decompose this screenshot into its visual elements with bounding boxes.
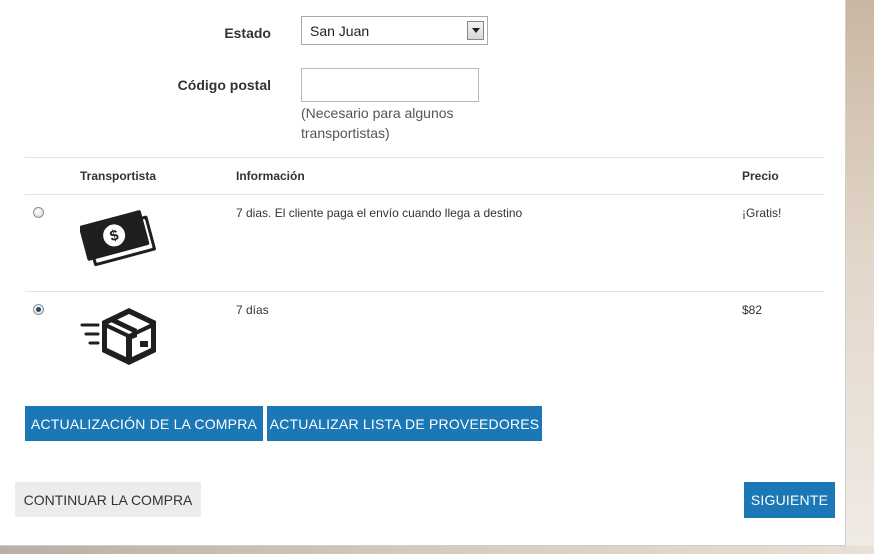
column-header-info: Información <box>236 169 305 183</box>
carrier-radio-standard[interactable] <box>33 304 44 315</box>
row-divider <box>25 291 824 292</box>
zip-label: Código postal <box>177 77 271 93</box>
next-button[interactable]: SIGUIENTE <box>744 482 835 518</box>
carrier-price: ¡Gratis! <box>742 206 782 220</box>
state-select-value: San Juan <box>310 23 370 39</box>
update-purchase-button[interactable]: ACTUALIZACIÓN DE LA COMPRA <box>25 406 263 441</box>
update-providers-button[interactable]: ACTUALIZAR LISTA DE PROVEEDORES <box>267 406 542 441</box>
column-header-price: Precio <box>742 169 779 183</box>
zip-input[interactable] <box>301 68 479 102</box>
checkout-shipping-panel: Estado San Juan Código postal (Necesario… <box>0 0 846 546</box>
carrier-radio-free[interactable] <box>33 207 44 218</box>
chevron-down-icon[interactable] <box>467 21 484 40</box>
background-right <box>846 0 874 554</box>
column-header-carrier: Transportista <box>80 169 157 183</box>
cash-bills-icon: $ <box>80 210 156 267</box>
zip-hint: (Necesario para algunos transportistas) <box>301 105 454 141</box>
carrier-info: 7 dias. El cliente paga el envío cuando … <box>236 206 523 220</box>
background-bottom <box>0 546 874 554</box>
state-select[interactable]: San Juan <box>301 16 488 45</box>
table-top-divider <box>25 157 824 158</box>
state-label: Estado <box>224 25 271 41</box>
header-divider <box>25 194 824 195</box>
carrier-info: 7 días <box>236 303 269 317</box>
fast-delivery-box-icon <box>80 308 156 365</box>
carrier-price: $82 <box>742 303 763 317</box>
continue-shopping-button[interactable]: CONTINUAR LA COMPRA <box>15 482 201 517</box>
